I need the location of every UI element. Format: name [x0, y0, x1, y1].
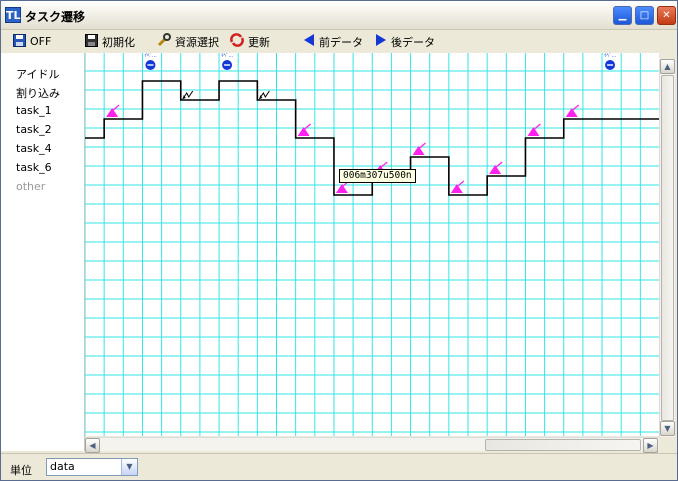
scroll-up-button[interactable]: ▲	[660, 59, 675, 74]
scroll-down-button[interactable]: ▼	[660, 421, 675, 436]
disk-icon	[85, 33, 98, 50]
scrollbar-corner	[659, 437, 675, 451]
init-label: 初期化	[102, 35, 135, 49]
app-icon: TL	[5, 7, 21, 23]
system-event-caption: ｲﾍﾞ...	[144, 53, 157, 59]
arrow-right-icon	[375, 34, 387, 49]
chart-svg: ｲﾍﾞ... ｲﾍﾞ... ｲﾍﾞ...	[85, 53, 659, 436]
next-data-button[interactable]: 後データ	[375, 33, 435, 50]
unit-select-value: data	[50, 460, 75, 473]
refresh-button[interactable]: 更新	[230, 33, 270, 50]
off-label: OFF	[30, 35, 52, 48]
scroll-right-button[interactable]: ▶	[643, 438, 658, 453]
title-bar[interactable]: TL タスク遷移 ▁ □ ✕	[1, 1, 677, 30]
unit-label: 単位	[10, 464, 32, 477]
chevron-up-icon: ▲	[664, 62, 671, 71]
vertical-scroll-thumb[interactable]	[661, 75, 674, 421]
scroll-left-button[interactable]: ◀	[85, 438, 100, 453]
maximize-button[interactable]: □	[635, 6, 654, 25]
chevron-left-icon: ◀	[89, 441, 96, 450]
resource-select-button[interactable]: 資源選択	[157, 33, 219, 50]
chevron-down-icon[interactable]: ▼	[121, 459, 137, 475]
chevron-down-icon: ▼	[664, 424, 671, 433]
row-label-task-4: task_4	[16, 142, 52, 155]
system-event-caption: ｲﾍﾞ...	[604, 53, 617, 59]
system-event-caption: ｲﾍﾞ...	[221, 53, 234, 59]
task-transition-chart[interactable]: ｲﾍﾞ... ｲﾍﾞ... ｲﾍﾞ... 006m307u500n	[85, 53, 659, 436]
off-button[interactable]: OFF	[13, 33, 51, 50]
row-label-task-2: task_2	[16, 123, 52, 136]
row-label-panel: アイドル 割り込み task_1 task_2 task_4 task_6 ot…	[1, 53, 85, 451]
refresh-icon	[230, 33, 244, 50]
prev-data-button[interactable]: 前データ	[303, 33, 363, 50]
toolbar: OFF 初期化 資源選択 更新 前データ 後データ	[1, 30, 677, 53]
minimize-button[interactable]: ▁	[613, 6, 632, 25]
resource-label: 資源選択	[175, 35, 219, 49]
row-label-task-1: task_1	[16, 104, 52, 117]
vertical-scrollbar[interactable]: ▲ ▼	[659, 59, 675, 437]
row-label-interrupt: 割り込み	[16, 87, 60, 100]
horizontal-scroll-thumb[interactable]	[485, 439, 641, 451]
maximize-icon: □	[639, 10, 650, 21]
horizontal-scrollbar[interactable]: ◀ ▶	[85, 437, 659, 453]
row-label-task-6: task_6	[16, 161, 52, 174]
row-label-idle: アイドル	[16, 68, 60, 81]
unit-select[interactable]: data ▼	[46, 458, 138, 476]
status-bar: 単位 data ▼	[1, 453, 677, 480]
save-disk-icon	[13, 33, 26, 50]
close-button[interactable]: ✕	[657, 6, 676, 25]
window-title: タスク遷移	[25, 10, 86, 24]
time-tooltip: 006m307u500n	[339, 169, 416, 183]
chevron-right-icon: ▶	[647, 441, 654, 450]
arrow-left-icon	[303, 34, 315, 49]
row-label-other: other	[16, 180, 46, 193]
refresh-label: 更新	[248, 35, 270, 49]
close-icon: ✕	[662, 10, 671, 21]
minimize-icon: ▁	[618, 10, 627, 21]
prev-data-label: 前データ	[319, 35, 363, 49]
wrench-icon	[157, 33, 171, 50]
next-data-label: 後データ	[391, 35, 435, 49]
task-transition-window: TL タスク遷移 ▁ □ ✕ OFF 初期化 資源選択 更新 前データ 後データ…	[0, 0, 678, 481]
init-button[interactable]: 初期化	[85, 33, 135, 50]
